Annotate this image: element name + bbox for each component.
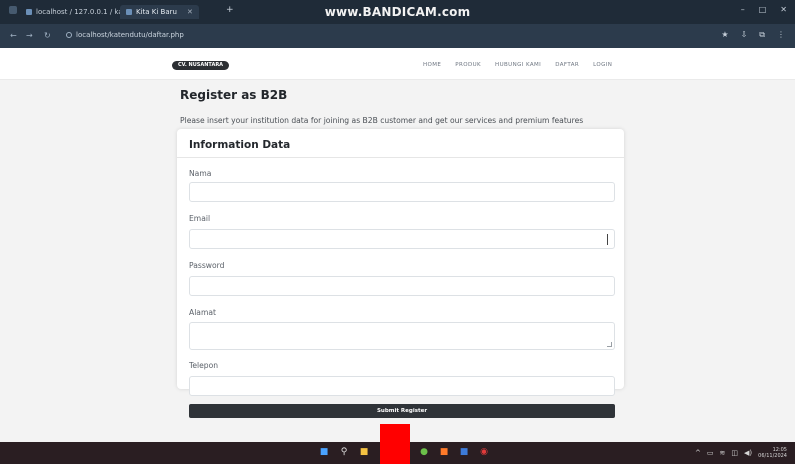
minimize-icon[interactable]: – xyxy=(741,5,745,14)
site-logo[interactable]: CV. NUSANTARA xyxy=(172,61,230,70)
card-divider xyxy=(177,157,624,158)
clock-date: 06/11/2024 xyxy=(758,453,787,459)
wifi-icon[interactable]: ≋ xyxy=(720,449,726,457)
back-icon[interactable]: ← xyxy=(10,31,17,40)
url-field[interactable]: localhost/katendutu/daftar.php xyxy=(66,31,184,39)
forward-icon[interactable]: → xyxy=(26,31,33,40)
email-field[interactable] xyxy=(189,229,615,249)
clock[interactable]: 12:05 06/11/2024 xyxy=(758,447,787,459)
reload-icon[interactable]: ↻ xyxy=(44,31,51,40)
bookmark-icon[interactable]: ★ xyxy=(721,30,728,40)
nama-label: Nama xyxy=(189,169,212,178)
app-blue-icon[interactable]: ■ xyxy=(458,446,470,458)
site-navbar: CV. NUSANTARA HOME PRODUK HUBUNGI KAMI D… xyxy=(0,48,795,80)
volume-icon[interactable]: ◀) xyxy=(744,449,752,457)
page-title: Register as B2B xyxy=(180,88,288,102)
download-icon[interactable]: ⇩ xyxy=(741,30,748,40)
app-orange-icon[interactable]: ■ xyxy=(438,446,450,458)
search-icon[interactable]: ⚲ xyxy=(338,446,350,458)
site-info-icon[interactable] xyxy=(66,32,72,38)
chrome-icon[interactable]: ● xyxy=(418,446,430,458)
system-tray: ^ ▭ ≋ ◫ ◀) 12:05 06/11/2024 xyxy=(695,447,787,459)
red-overlay-block xyxy=(380,424,410,464)
browser-tab-bar: localhost / 127.0.0.1 / katendu ✕ Kita K… xyxy=(0,0,795,24)
page-description: Please insert your institution data for … xyxy=(180,116,584,125)
battery-icon[interactable]: ▭ xyxy=(707,449,714,457)
password-field[interactable] xyxy=(189,276,615,296)
nav-link-daftar[interactable]: DAFTAR xyxy=(555,62,579,68)
card-title: Information Data xyxy=(189,139,291,151)
text-caret xyxy=(607,234,608,245)
nav-link-login[interactable]: LOGIN xyxy=(593,62,612,68)
site-nav-links: HOME PRODUK HUBUNGI KAMI DAFTAR LOGIN xyxy=(423,62,612,68)
password-label: Password xyxy=(189,261,225,270)
app-red-icon[interactable]: ◉ xyxy=(478,446,490,458)
browser-address-bar: ← → ↻ localhost/katendutu/daftar.php ★ ⇩… xyxy=(0,24,795,48)
start-icon[interactable]: ■ xyxy=(318,446,330,458)
email-label: Email xyxy=(189,214,211,223)
tray-overflow-icon[interactable]: ^ xyxy=(695,449,701,457)
nama-field[interactable] xyxy=(189,182,615,202)
display-icon[interactable]: ◫ xyxy=(731,449,738,457)
recording-watermark: www.BANDICAM.com xyxy=(324,5,471,19)
files-icon[interactable]: ■ xyxy=(358,446,370,458)
nav-link-home[interactable]: HOME xyxy=(423,62,441,68)
address-bar-icons: ★ ⇩ ⧉ ⋮ xyxy=(721,30,785,40)
close-icon[interactable]: ✕ xyxy=(780,5,787,14)
maximize-icon[interactable]: □ xyxy=(759,5,767,14)
alamat-label: Alamat xyxy=(189,308,216,317)
registration-form-card: Information Data Nama Email Password Ala… xyxy=(177,129,624,396)
submit-register-button[interactable]: Submit Register xyxy=(189,404,615,418)
page-header: Register as B2B Please insert your insti… xyxy=(180,88,620,125)
nav-link-produk[interactable]: PRODUK xyxy=(455,62,481,68)
telepon-label: Telepon xyxy=(189,361,219,370)
nav-link-hubungi-kami[interactable]: HUBUNGI KAMI xyxy=(495,62,541,68)
telepon-field[interactable] xyxy=(189,376,615,396)
extensions-icon[interactable]: ⧉ xyxy=(759,30,765,40)
alamat-textarea[interactable] xyxy=(189,322,615,350)
browser-menu-icon[interactable]: ⋮ xyxy=(777,30,785,40)
window-controls: – □ ✕ xyxy=(741,5,787,14)
url-text: localhost/katendutu/daftar.php xyxy=(76,31,184,39)
